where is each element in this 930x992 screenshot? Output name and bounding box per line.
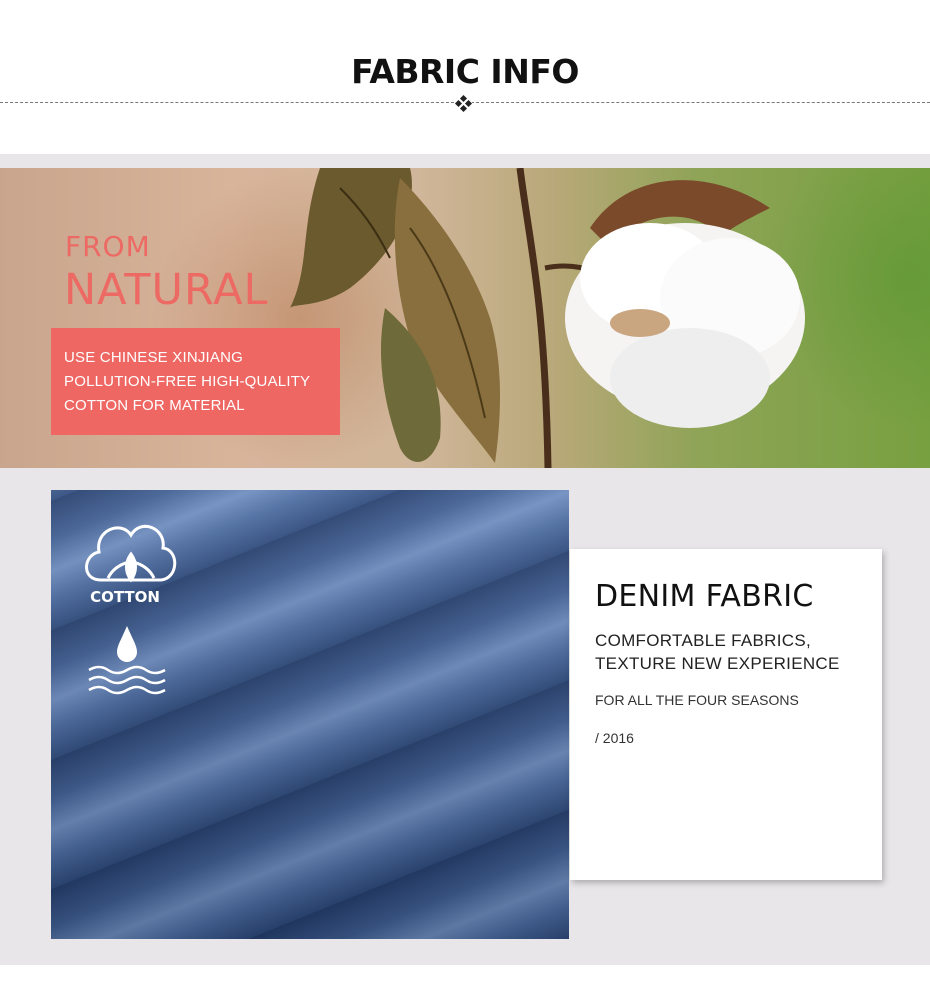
material-description-box: USE CHINESE XINJIANG POLLUTION-FREE HIGH… xyxy=(51,328,340,435)
cotton-badge-label: COTTON xyxy=(90,588,160,606)
water-drop-icon xyxy=(117,626,137,662)
cotton-plant-image xyxy=(290,168,805,468)
card-subtitle-line: COMFORTABLE FABRICS, xyxy=(595,631,812,650)
denim-icon-overlay: COTTON xyxy=(85,524,177,695)
card-title: DENIM FABRIC xyxy=(595,579,814,614)
diamond-ornament-icon xyxy=(454,94,473,113)
from-label: FROM xyxy=(65,230,151,263)
denim-info-card: DENIM FABRIC COMFORTABLE FABRICS, TEXTUR… xyxy=(570,549,882,880)
description-line: COTTON FOR MATERIAL xyxy=(64,397,245,414)
waves-icon xyxy=(88,665,166,695)
card-subtitle-line: TEXTURE NEW EXPERIENCE xyxy=(595,654,840,673)
card-year-text: / 2016 xyxy=(595,730,634,746)
cotton-flower-icon xyxy=(85,524,177,583)
description-line: USE CHINESE XINJIANG xyxy=(64,349,244,366)
page-title: FABRIC INFO xyxy=(351,52,579,91)
header: FABRIC INFO xyxy=(0,0,930,154)
card-seasons-text: FOR ALL THE FOUR SEASONS xyxy=(595,692,799,708)
description-line: POLLUTION-FREE HIGH-QUALITY xyxy=(64,373,311,390)
natural-label: NATURAL xyxy=(64,265,269,315)
